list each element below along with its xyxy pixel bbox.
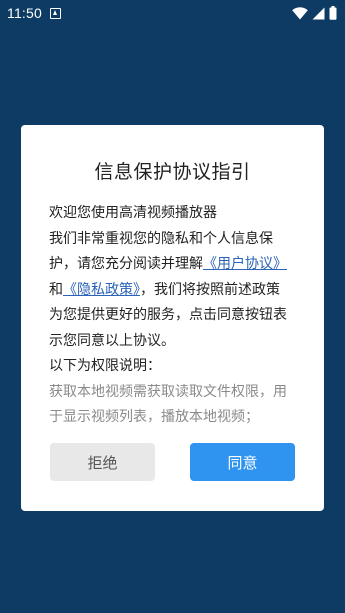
dialog-body: 欢迎您使用高清视频播放器 我们非常重视您的隐私和个人信息保 护，请您充分阅读并理… bbox=[49, 201, 301, 431]
paragraph-line-3-suffix: ，我们将按照前述政策 bbox=[140, 281, 280, 298]
paragraph-line-2: 护，请您充分阅读并理解《用户协议》 bbox=[49, 252, 301, 278]
paragraph-line-4: 为您提供更好的服务，点击同意按钮表 bbox=[49, 307, 287, 323]
paragraph-line-5: 示您同意以上协议。 bbox=[49, 332, 175, 349]
app-notification-icon bbox=[50, 7, 61, 19]
battery-icon bbox=[329, 6, 337, 20]
permission-line-1: 获取本地视频需获取读取文件权限，用 bbox=[49, 383, 287, 400]
status-left: 11:50 bbox=[7, 5, 61, 21]
dialog-title: 信息保护协议指引 bbox=[94, 161, 251, 183]
wifi-icon bbox=[292, 6, 308, 19]
paragraph-line-3: 和《隐私政策》，我们将按照前述政策 bbox=[49, 278, 301, 304]
reject-button[interactable]: 拒绝 bbox=[50, 443, 155, 481]
agree-button[interactable]: 同意 bbox=[190, 443, 295, 481]
permissions-heading: 以下为权限说明： bbox=[49, 358, 161, 374]
status-bar: 11:50 bbox=[0, 0, 345, 26]
paragraph-line-3-prefix: 和 bbox=[49, 281, 63, 298]
status-time: 11:50 bbox=[7, 5, 42, 21]
paragraph-line-1: 我们非常重视您的隐私和个人信息保 bbox=[49, 230, 273, 247]
privacy-policy-link[interactable]: 《隐私政策》 bbox=[63, 282, 140, 298]
cellular-signal-icon bbox=[312, 7, 325, 19]
paragraph-line-2-text: 护，请您充分阅读并理解 bbox=[49, 256, 203, 272]
privacy-dialog: 信息保护协议指引 欢迎您使用高清视频播放器 我们非常重视您的隐私和个人信息保 护… bbox=[21, 125, 324, 511]
permission-line-2: 于显示视频列表，播放本地视频； bbox=[49, 409, 259, 425]
user-agreement-link[interactable]: 《用户协议》 bbox=[203, 256, 287, 272]
status-right bbox=[292, 6, 337, 20]
welcome-text: 欢迎您使用高清视频播放器 bbox=[49, 205, 217, 221]
